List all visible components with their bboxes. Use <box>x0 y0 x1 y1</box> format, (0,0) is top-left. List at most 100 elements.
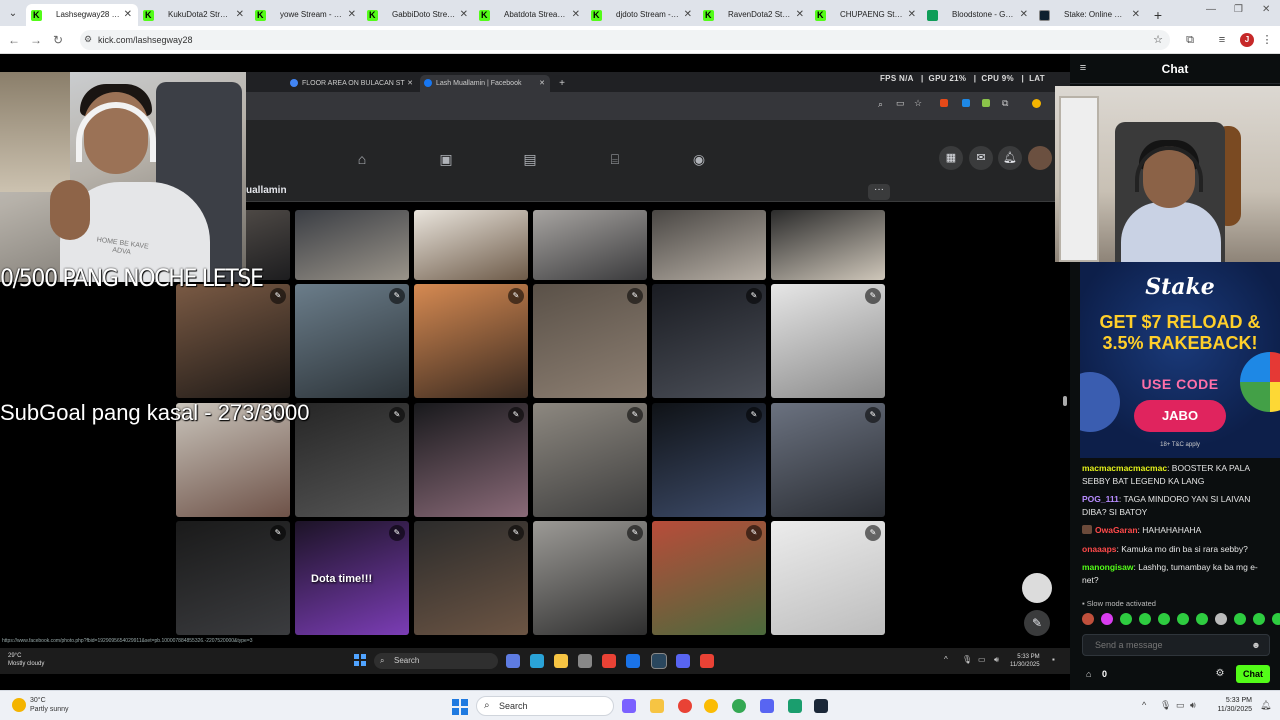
emote-icon[interactable] <box>1272 613 1280 625</box>
close-tab-icon[interactable]: ✕ <box>460 4 468 26</box>
bookmark-star-icon[interactable]: ☆ <box>1150 32 1166 48</box>
reload-icon[interactable]: ↻ <box>50 32 66 48</box>
media-controls-icon[interactable]: ≡ <box>1214 32 1230 48</box>
chat-settings-icon[interactable]: ⚙ <box>1214 668 1226 680</box>
close-tab-icon[interactable]: ✕ <box>1020 4 1028 26</box>
close-tab-icon[interactable]: ✕ <box>236 4 244 26</box>
chat-username[interactable]: manongisaw <box>1082 562 1133 572</box>
browser-tab[interactable]: RavenDota2 Stream✕ <box>698 4 810 26</box>
close-tab-icon[interactable]: ✕ <box>124 4 132 26</box>
chrome-icon[interactable] <box>704 699 718 713</box>
emote-icon[interactable] <box>1234 613 1246 625</box>
more-options-icon: ··· <box>868 184 890 200</box>
chat-message: POG_111: TAGA MINDORO YAN SI LAIVAN DIBA… <box>1082 494 1251 517</box>
close-tab-icon[interactable]: ✕ <box>796 4 804 26</box>
photo-grid: ✎ ✎ ✎ ✎ ✎ ✎ ✎ ✎ ✎ ✎ ✎ ✎ ✎ ✎ Dota time!!! ✎ ✎ ✎ ✎ <box>176 210 888 690</box>
emote-icon[interactable] <box>1177 613 1189 625</box>
tab-title: Stake: Online Casino <box>1064 10 1140 19</box>
puzzle-icon: ⧉ <box>1002 98 1009 108</box>
weather-widget[interactable]: 30°C Partly sunny <box>10 696 69 714</box>
message-input[interactable] <box>1082 634 1270 656</box>
tray-chevron-icon[interactable]: ^ <box>1142 700 1146 710</box>
steam-icon[interactable] <box>814 699 828 713</box>
captured-scrollbar <box>1063 396 1067 406</box>
edge-icon <box>530 654 544 668</box>
browser-tab[interactable]: Abatdota Stream - W✕ <box>474 4 586 26</box>
close-tab-icon[interactable]: ✕ <box>572 4 580 26</box>
maximize-icon[interactable]: ❐ <box>1234 4 1243 15</box>
kick-icon <box>591 4 602 26</box>
edit-icon: ✎ <box>627 288 643 304</box>
emote-icon[interactable] <box>1196 613 1208 625</box>
forward-icon[interactable]: → <box>28 32 44 48</box>
emote-icon[interactable] <box>1158 613 1170 625</box>
browser-tab[interactable]: Stake: Online Casino ✕ <box>1034 4 1146 26</box>
browser-tab[interactable]: Lashsegway28 Stream✕ <box>26 4 138 26</box>
copilot-icon[interactable] <box>622 699 636 713</box>
notification-bell-icon[interactable]: 🔔︎ <box>1260 700 1271 711</box>
send-chat-button[interactable]: Chat <box>1236 665 1270 683</box>
mic-icon: 🎙︎ <box>962 655 973 664</box>
google-icon <box>290 79 298 87</box>
stream-video[interactable]: FLOOR AREA ON BULACAN ST ✕ Lash Muallami… <box>0 54 1070 690</box>
status-url: https://www.facebook.com/photo.php?fbid=… <box>2 638 253 644</box>
file-explorer-icon[interactable] <box>650 699 664 713</box>
extensions-icon[interactable]: ⧉ <box>1182 32 1198 48</box>
tray-chevron-icon: ^ <box>944 655 948 664</box>
profile-avatar[interactable]: J <box>1240 33 1254 47</box>
chat-username[interactable]: POG_111 <box>1082 494 1119 504</box>
close-window-icon[interactable]: ✕ <box>1262 4 1270 15</box>
emote-icon[interactable] <box>1215 613 1227 625</box>
network-icon[interactable]: ▭ <box>1176 700 1185 711</box>
browser-tab[interactable]: CHUPAENG Stream✕ <box>810 4 922 26</box>
captured-tab-google: FLOOR AREA ON BULACAN ST ✕ <box>286 75 418 92</box>
browser-tab[interactable]: Bloodstone - Google ✕ <box>922 4 1034 26</box>
browser-tab[interactable]: yowe Stream - Watch✕ <box>250 4 362 26</box>
edit-icon: ✎ <box>746 525 762 541</box>
taskbar-search[interactable]: ⌕ Search <box>476 696 614 716</box>
app-icon[interactable] <box>788 699 802 713</box>
chat-username[interactable]: macmacmacmacmac <box>1082 463 1167 473</box>
edit-icon: ✎ <box>627 525 643 541</box>
minimize-icon[interactable]: — <box>1206 4 1216 15</box>
channel-points-icon[interactable]: ⌂ <box>1086 668 1098 680</box>
emote-icon[interactable] <box>1253 613 1265 625</box>
extension-icon <box>962 99 970 107</box>
zoom-icon: ⌕ <box>878 99 884 109</box>
mic-icon[interactable]: 🎙︎ <box>1160 700 1171 711</box>
emote-icon[interactable] <box>1101 613 1113 625</box>
browser-tab[interactable]: djdoto Stream - Watc✕ <box>586 4 698 26</box>
emote-icon[interactable] <box>1139 613 1151 625</box>
new-tab-button[interactable]: + <box>1146 4 1170 26</box>
taskbar-clock[interactable]: 5:33 PM 11/30/2025 <box>1200 696 1252 714</box>
chat-username[interactable]: onaaaps <box>1082 544 1117 554</box>
close-tab-icon[interactable]: ✕ <box>348 4 356 26</box>
browser-menu-icon[interactable]: ⋮ <box>1259 32 1275 48</box>
emote-icon[interactable] <box>1082 613 1094 625</box>
browser-tab[interactable]: KukuDota2 Stream✕ <box>138 4 250 26</box>
back-icon[interactable]: ← <box>6 32 22 48</box>
site-info-icon[interactable]: ⚙ <box>84 34 94 44</box>
edit-icon: ✎ <box>508 525 524 541</box>
promo-code-button[interactable]: JABO <box>1134 400 1226 432</box>
tab-search-icon[interactable]: ⌄ <box>0 0 26 26</box>
url-field[interactable]: ⚙ kick.com/lashsegway28 <box>80 30 1170 50</box>
start-button[interactable] <box>452 699 468 715</box>
emote-icon[interactable] <box>1120 613 1132 625</box>
chat-text: HAHAHAHAHA <box>1142 525 1202 535</box>
chrome-icon[interactable] <box>732 699 746 713</box>
close-tab-icon[interactable]: ✕ <box>1132 4 1140 26</box>
photo-thumbnail: ✎ <box>652 403 766 517</box>
discord-icon[interactable] <box>760 699 774 713</box>
emoji-picker-icon[interactable]: ☻ <box>1250 639 1262 651</box>
tab-title: Bloodstone - Google <box>952 10 1025 19</box>
chat-username[interactable]: OwaGaran <box>1095 525 1138 535</box>
volume-icon[interactable]: 🔊︎ <box>1190 700 1196 711</box>
close-tab-icon[interactable]: ✕ <box>684 4 692 26</box>
chrome-icon[interactable] <box>678 699 692 713</box>
close-tab-icon[interactable]: ✕ <box>908 4 916 26</box>
photo-thumbnail: ✎ <box>771 403 885 517</box>
stake-ad-banner[interactable]: Stake GET $7 RELOAD & 3.5% RAKEBACK! USE… <box>1080 262 1280 458</box>
edit-icon: ✎ <box>389 288 405 304</box>
browser-tab[interactable]: GabbiDoto Stream✕ <box>362 4 474 26</box>
